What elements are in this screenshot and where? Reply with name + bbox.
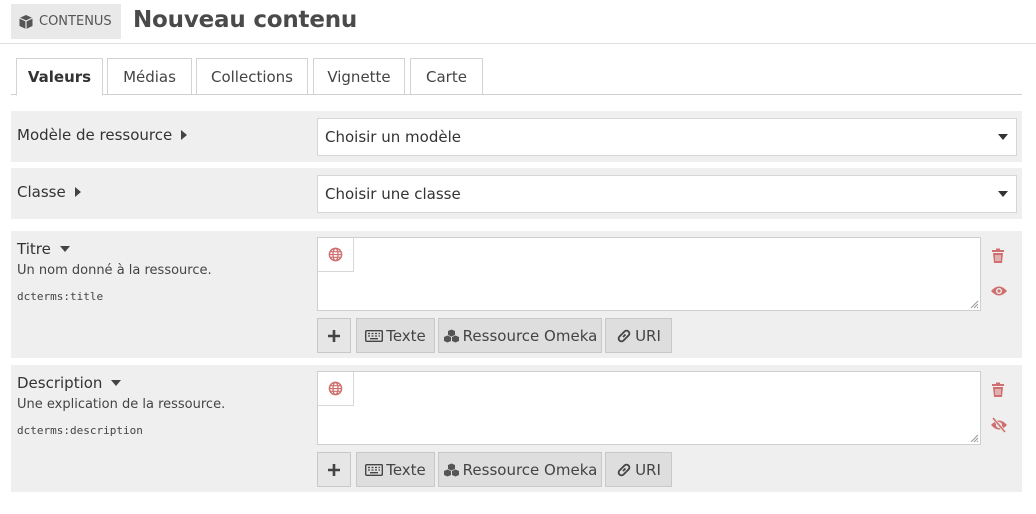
property-label-text: Titre (17, 240, 51, 258)
class-select[interactable]: Choisir une classe (317, 175, 1017, 213)
uri-value-button[interactable]: URI (605, 318, 672, 353)
globe-icon (328, 247, 343, 262)
description-value-textarea[interactable] (317, 371, 981, 445)
resource-template-row: Modèle de ressource Choisir un modèle (11, 111, 1022, 162)
class-select-value: Choisir une classe (325, 185, 461, 203)
caret-right-icon (74, 187, 81, 197)
page-title: Nouveau contenu (133, 7, 358, 33)
add-value-button[interactable] (317, 318, 351, 353)
cubes-icon (443, 329, 459, 342)
eye-slash-icon[interactable] (990, 417, 1008, 433)
property-row-description: Description Une explication de la ressou… (11, 365, 1022, 492)
class-label[interactable]: Classe (17, 183, 81, 201)
keyboard-icon (365, 329, 384, 342)
language-button[interactable] (318, 238, 354, 272)
page-header: CONTENUS Nouveau contenu (0, 0, 1036, 44)
uri-value-button[interactable]: URI (605, 452, 672, 487)
property-label-text: Description (17, 374, 103, 392)
class-label-text: Classe (17, 183, 66, 201)
link-icon (617, 329, 631, 342)
class-row: Classe Choisir une classe (11, 168, 1022, 219)
text-value-button[interactable]: Texte (356, 318, 435, 353)
property-row-title: Titre Un nom donné à la ressource. dcter… (11, 231, 1022, 358)
tab-bar: Valeurs Médias Collections Vignette Cart… (11, 58, 1022, 96)
caret-right-icon (181, 130, 188, 140)
text-value-button[interactable]: Texte (356, 452, 435, 487)
resize-handle-icon[interactable] (969, 299, 979, 309)
language-button[interactable] (318, 372, 354, 406)
plus-icon (328, 329, 340, 342)
resource-template-select[interactable]: Choisir un modèle (317, 118, 1017, 156)
tab-medias[interactable]: Médias (107, 58, 192, 94)
property-label-description[interactable]: Description (17, 374, 122, 392)
globe-icon (328, 381, 343, 396)
property-description: Une explication de la ressource. (17, 397, 226, 412)
keyboard-icon (365, 463, 384, 476)
resize-handle-icon[interactable] (969, 433, 979, 443)
uri-value-button-label: URI (635, 326, 661, 345)
tab-vignette[interactable]: Vignette (313, 58, 405, 94)
cube-icon (19, 14, 33, 29)
cubes-icon (443, 463, 459, 476)
omeka-resource-button-label: Ressource Omeka (462, 326, 598, 345)
section-badge: CONTENUS (11, 4, 121, 39)
property-term: dcterms:title (17, 290, 104, 303)
section-badge-label: CONTENUS (39, 14, 112, 29)
tab-carte[interactable]: Carte (410, 58, 483, 94)
uri-value-button-label: URI (635, 460, 661, 479)
caret-down-icon (111, 380, 122, 386)
eye-icon[interactable] (990, 285, 1008, 297)
text-value-button-label: Texte (386, 326, 426, 345)
omeka-resource-button-label: Ressource Omeka (462, 460, 598, 479)
chevron-down-icon (998, 134, 1008, 140)
chevron-down-icon (998, 191, 1008, 197)
tab-collections[interactable]: Collections (196, 58, 308, 94)
trash-icon[interactable] (991, 248, 1005, 264)
property-description: Un nom donné à la ressource. (17, 263, 212, 278)
tab-valeurs[interactable]: Valeurs (16, 58, 103, 96)
omeka-resource-button[interactable]: Ressource Omeka (438, 318, 602, 353)
resource-template-label[interactable]: Modèle de ressource (17, 126, 188, 144)
title-value-textarea[interactable] (317, 237, 981, 311)
link-icon (617, 463, 631, 476)
resource-template-label-text: Modèle de ressource (17, 126, 173, 144)
caret-down-icon (59, 246, 70, 252)
plus-icon (328, 463, 340, 476)
text-value-button-label: Texte (386, 460, 426, 479)
property-label-title[interactable]: Titre (17, 240, 70, 258)
omeka-resource-button[interactable]: Ressource Omeka (438, 452, 602, 487)
resource-template-select-value: Choisir un modèle (325, 128, 461, 146)
add-value-button[interactable] (317, 452, 351, 487)
property-term: dcterms:description (17, 424, 143, 437)
trash-icon[interactable] (991, 382, 1005, 398)
